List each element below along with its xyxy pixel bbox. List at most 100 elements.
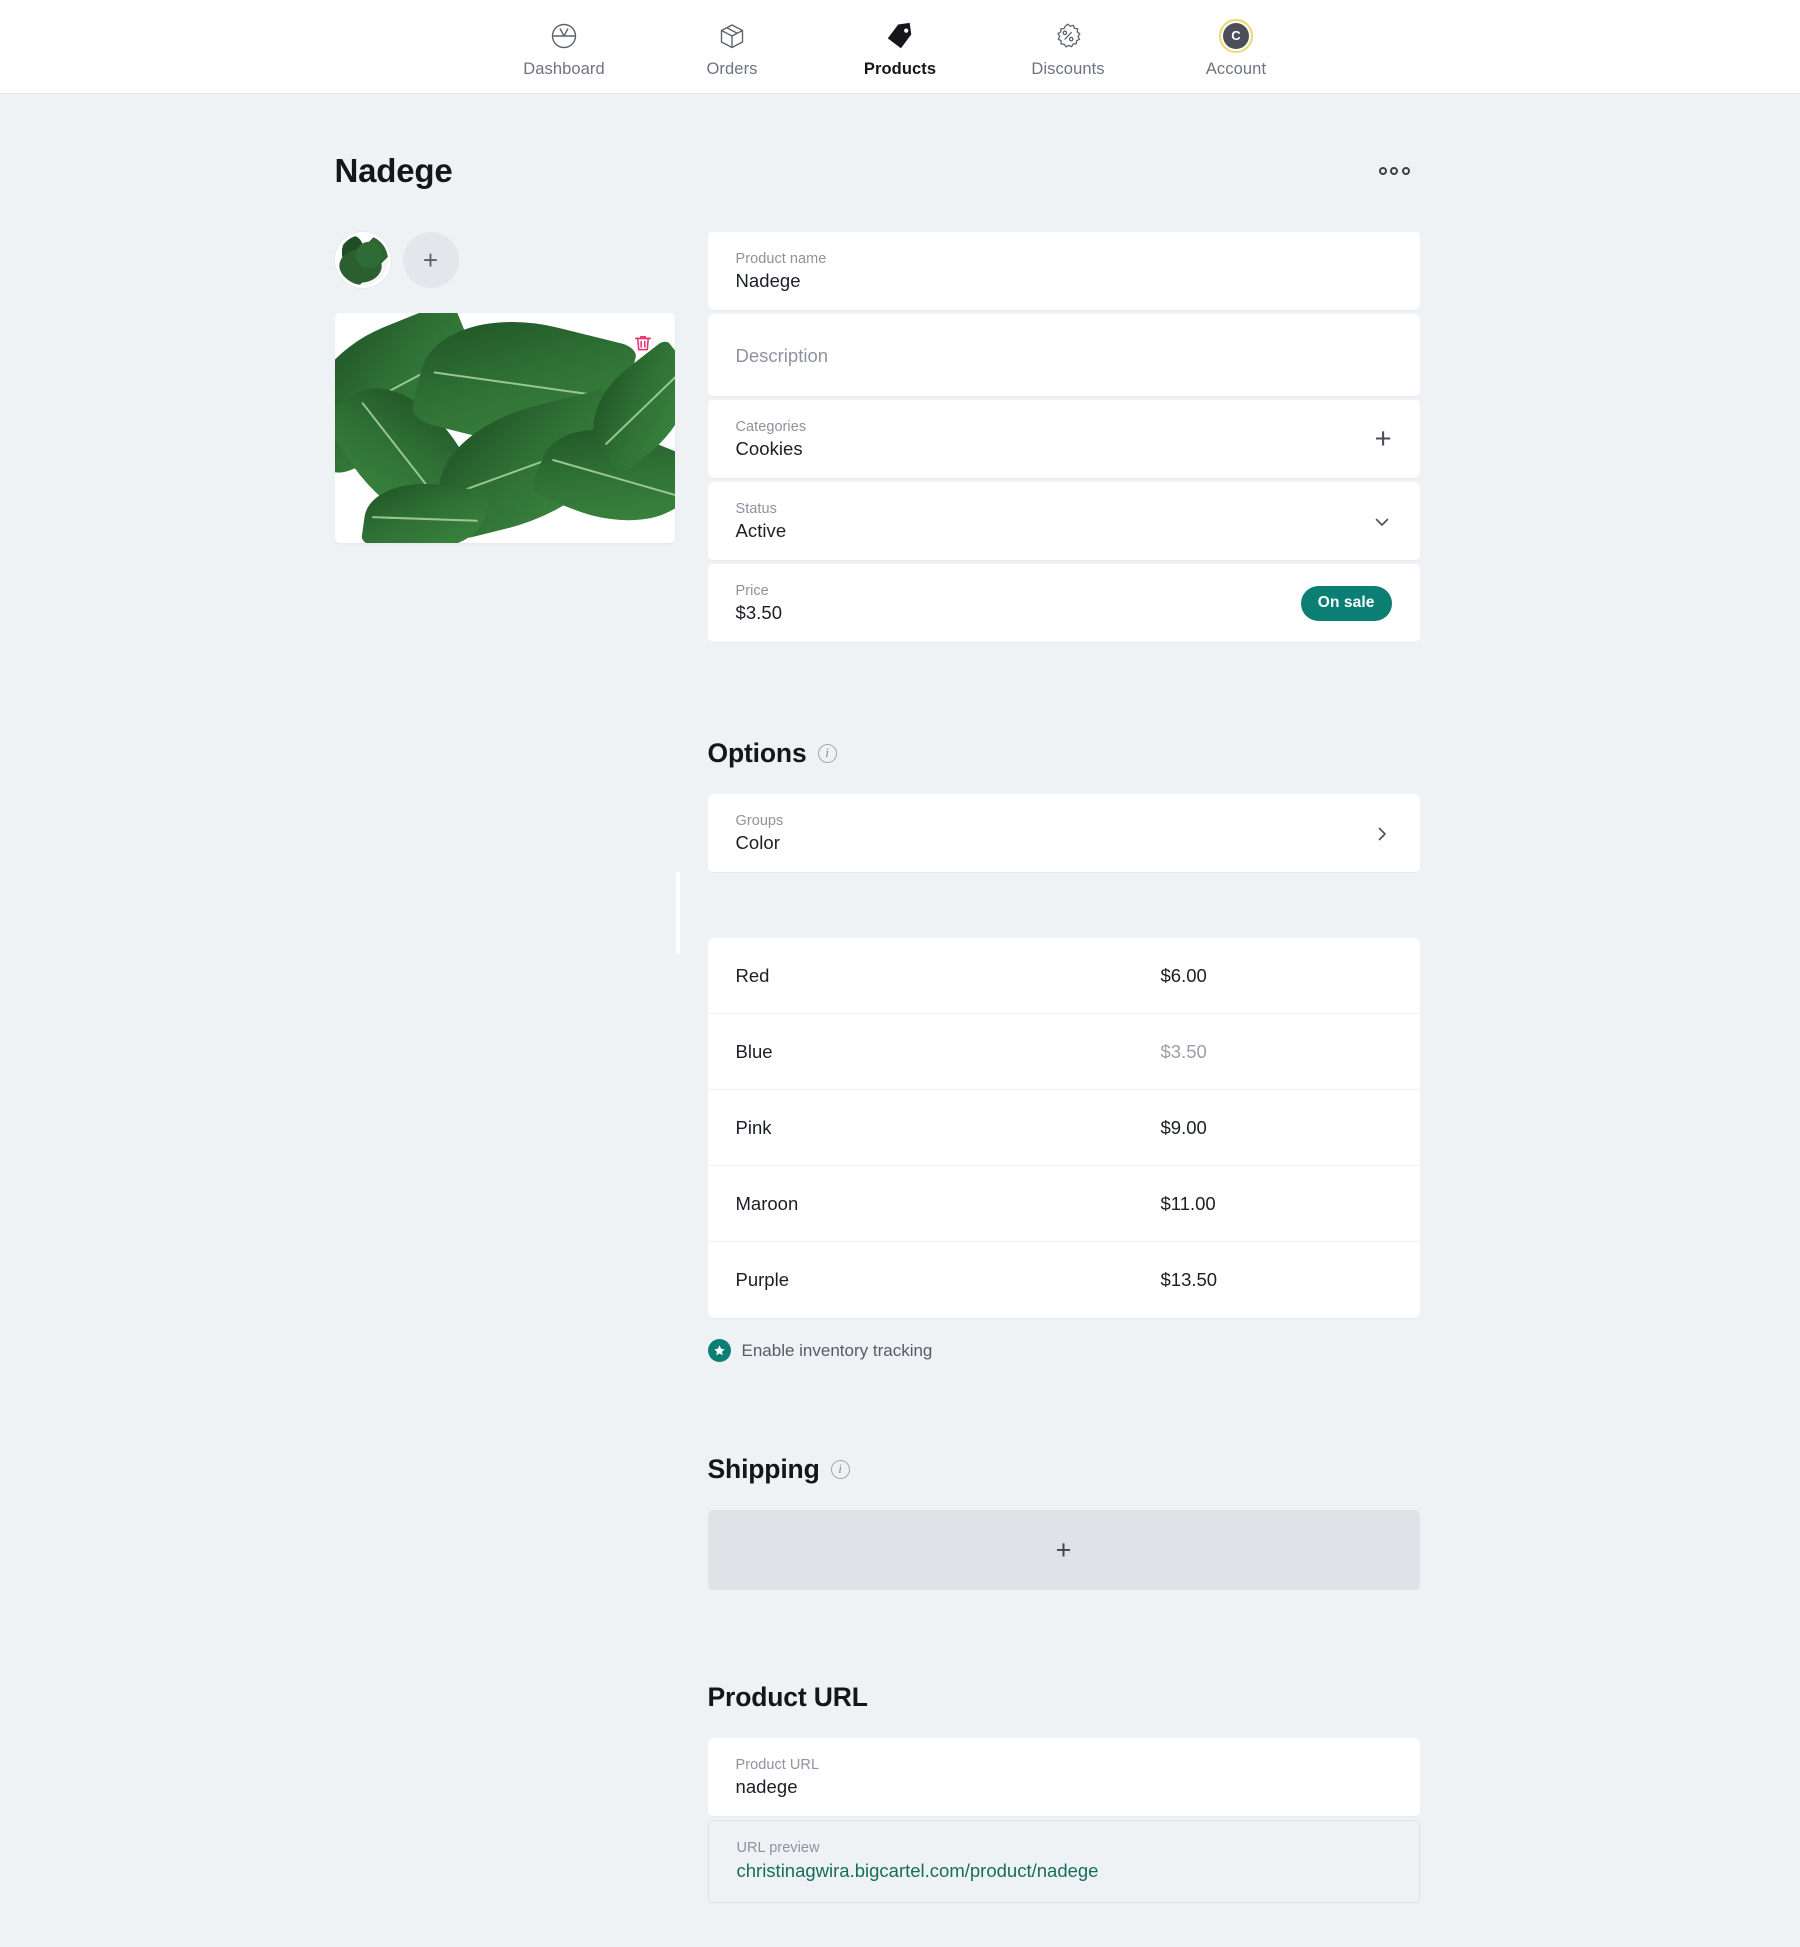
description-texts: Description: [736, 345, 829, 367]
table-row[interactable]: Red $6.00: [707, 938, 1420, 1014]
variant-price: $13.50: [1160, 1269, 1218, 1290]
tag-icon: [885, 19, 915, 53]
product-url-field[interactable]: Product URL nadege: [707, 1738, 1420, 1816]
info-icon[interactable]: i: [817, 744, 837, 763]
price-label: Price: [735, 583, 769, 599]
enable-inventory-tracking-toggle[interactable]: Enable inventory tracking: [707, 1339, 1420, 1362]
nav-item-dashboard-label: Dashboard: [523, 59, 605, 78]
status-label: Status: [735, 501, 777, 517]
product-name-value: Nadege: [735, 270, 801, 291]
status-texts: Status Active: [736, 501, 787, 542]
add-shipping-button[interactable]: +: [707, 1510, 1420, 1590]
product-url-title: Product URL: [707, 1682, 868, 1712]
product-details-card-group: Product name Nadege Description Categori…: [707, 232, 1420, 642]
content-scrollbar-thumb[interactable]: [676, 872, 680, 954]
more-options-icon[interactable]: [1371, 159, 1418, 183]
nav-item-orders-label: Orders: [706, 59, 758, 78]
variant-name: Red: [735, 964, 770, 986]
dashboard-gauge-icon: [549, 19, 579, 53]
product-url-texts: Product URL nadege: [736, 1757, 820, 1798]
page-header: Nadege: [335, 94, 1418, 190]
variant-price: $11.00: [1160, 1192, 1216, 1214]
categories-texts: Categories Cookies: [736, 419, 807, 460]
percent-badge-icon: [1053, 19, 1083, 53]
account-initial: C: [1223, 22, 1249, 49]
price-texts: Price $3.50: [736, 583, 783, 624]
nav-item-dashboard[interactable]: Dashboard: [509, 19, 619, 79]
options-section-header: Options i: [708, 738, 1420, 769]
nav-item-orders[interactable]: Orders: [677, 19, 787, 79]
nav-item-account[interactable]: C Account: [1181, 18, 1291, 79]
nav-item-discounts[interactable]: Discounts: [1013, 19, 1123, 79]
form-column: Product name Nadege Description Categori…: [707, 232, 1420, 1947]
thumbnail-row: +: [334, 232, 675, 288]
variant-name: Pink: [735, 1116, 772, 1138]
product-name-field[interactable]: Product name Nadege: [707, 232, 1420, 310]
table-row[interactable]: Pink $9.00: [707, 1090, 1420, 1166]
add-image-button[interactable]: +: [402, 232, 459, 288]
media-column: +: [334, 232, 675, 1947]
price-field[interactable]: Price $3.50 On sale: [707, 564, 1420, 642]
thumbnail-image: [337, 235, 388, 285]
box-icon: [717, 19, 747, 53]
status-field[interactable]: Status Active: [707, 482, 1420, 560]
url-preview-label: URL preview: [736, 1840, 820, 1856]
nav-items: Dashboard Orders Products Discounts C Ac…: [509, 18, 1291, 79]
nav-item-products[interactable]: Products: [845, 19, 955, 79]
info-icon[interactable]: i: [830, 1460, 850, 1479]
star-icon: [707, 1339, 731, 1362]
nav-item-discounts-label: Discounts: [1031, 59, 1105, 78]
groups-field[interactable]: Groups Color: [707, 794, 1420, 872]
description-placeholder: Description: [735, 344, 829, 366]
variant-price: $3.50: [1160, 1040, 1207, 1062]
price-value: $3.50: [735, 602, 783, 623]
plus-icon: +: [1055, 1534, 1072, 1565]
nav-item-account-label: Account: [1205, 59, 1267, 78]
table-row[interactable]: Maroon $11.00: [707, 1166, 1420, 1242]
table-row[interactable]: Blue $3.50: [707, 1014, 1420, 1090]
page-body: + Product name Nadege Description Catego…: [334, 190, 1420, 1947]
product-thumbnail[interactable]: [334, 232, 391, 288]
status-value: Active: [735, 520, 787, 541]
plus-icon: +: [422, 245, 439, 275]
product-name-texts: Product name Nadege: [736, 251, 827, 292]
variant-name: Maroon: [735, 1192, 799, 1214]
dot-1: [1378, 167, 1387, 175]
leaf-photo: [334, 313, 675, 543]
categories-label: Categories: [735, 419, 807, 435]
table-row[interactable]: Purple $13.50: [708, 1242, 1420, 1318]
chevron-right-icon[interactable]: [1372, 824, 1392, 844]
add-category-icon[interactable]: +: [1375, 425, 1392, 454]
shipping-section-header: Shipping i: [708, 1454, 1420, 1485]
nav-item-products-label: Products: [863, 59, 937, 78]
product-url-value: nadege: [735, 1776, 798, 1797]
variant-price: $6.00: [1160, 964, 1207, 986]
shipping-title: Shipping: [707, 1454, 820, 1484]
variant-price: $9.00: [1160, 1116, 1207, 1138]
dot-2: [1390, 167, 1398, 175]
on-sale-badge[interactable]: On sale: [1300, 586, 1392, 621]
product-name-label: Product name: [735, 251, 827, 267]
product-url-section-header: Product URL: [708, 1682, 1420, 1713]
groups-label: Groups: [735, 813, 784, 829]
variant-name: Blue: [735, 1040, 773, 1062]
description-field[interactable]: Description: [707, 314, 1420, 396]
categories-field[interactable]: Categories Cookies +: [707, 400, 1420, 478]
product-url-label: Product URL: [735, 1757, 820, 1773]
delete-image-icon[interactable]: [630, 330, 656, 356]
chevron-down-icon[interactable]: [1372, 512, 1392, 532]
bottom-spacer: [708, 1903, 1420, 1947]
avatar-icon: C: [1219, 18, 1253, 53]
variants-table: Red $6.00 Blue $3.50 Pink $9.00 Maroon $…: [707, 938, 1420, 1318]
url-preview-link[interactable]: christinagwira.bigcartel.com/product/nad…: [737, 1860, 1391, 1882]
options-title: Options: [707, 738, 807, 768]
top-navigation-bar: Dashboard Orders Products Discounts C Ac…: [0, 0, 1800, 94]
groups-texts: Groups Color: [736, 813, 784, 854]
variant-name: Purple: [735, 1269, 789, 1290]
page-title: Nadege: [334, 152, 453, 189]
url-preview-box: URL preview christinagwira.bigcartel.com…: [707, 1820, 1420, 1903]
groups-value: Color: [735, 832, 780, 853]
product-image-preview[interactable]: [334, 313, 675, 543]
dot-3: [1401, 167, 1410, 175]
categories-value: Cookies: [735, 438, 803, 459]
